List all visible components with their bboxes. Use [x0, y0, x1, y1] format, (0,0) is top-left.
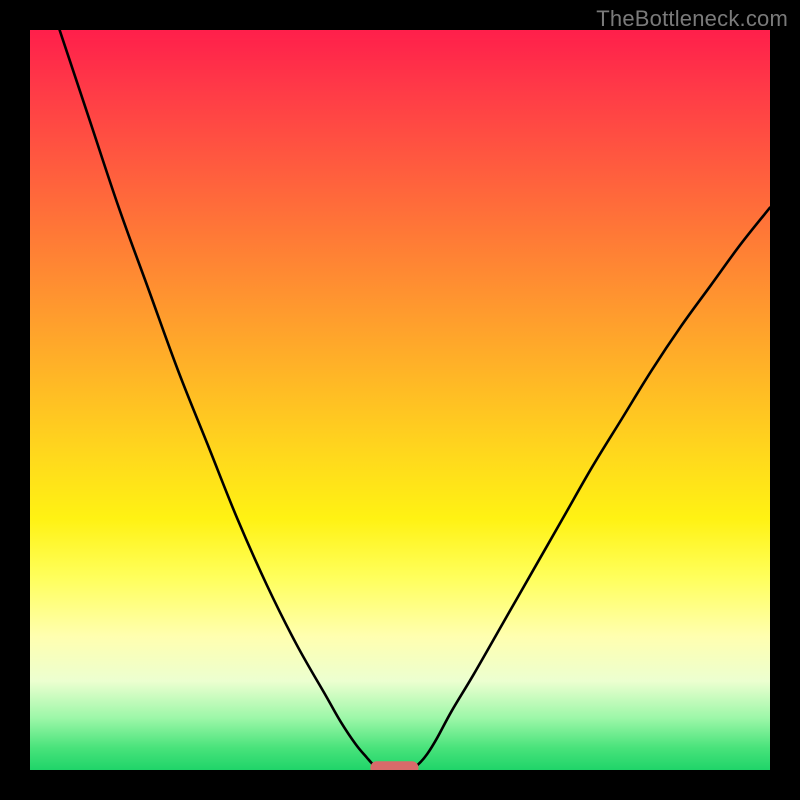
curve-left-branch — [60, 30, 380, 769]
bottleneck-marker — [370, 761, 418, 770]
watermark-text: TheBottleneck.com — [596, 6, 788, 32]
plot-area — [30, 30, 770, 770]
curve-right-branch — [410, 208, 770, 770]
chart-frame: TheBottleneck.com — [0, 0, 800, 800]
curve-layer — [30, 30, 770, 770]
